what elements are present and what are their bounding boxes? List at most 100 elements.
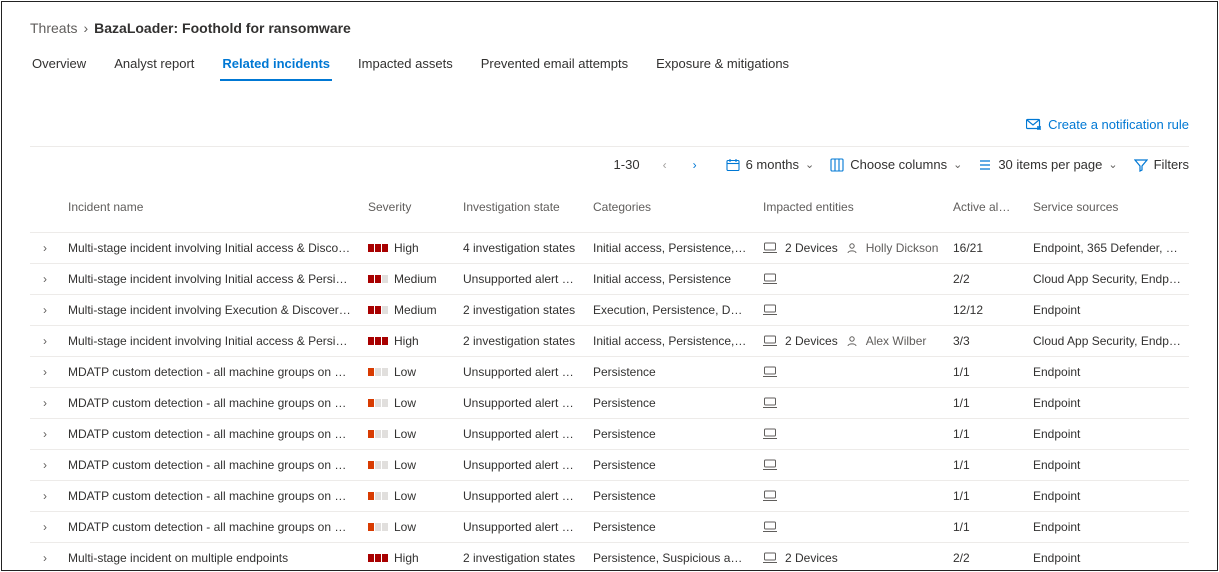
cell-severity: Low [360,512,455,543]
chevron-right-icon: › [43,303,47,317]
expand-row-button[interactable]: › [30,233,60,264]
cell-alerts: 2/2 [945,264,1025,295]
entities-devices: 2 Devices [785,334,838,348]
cell-sources: Endpoint [1025,388,1189,419]
cell-inv-state: 2 investigation states [455,543,585,572]
cell-categories: Persistence [585,450,755,481]
chevron-right-icon: › [43,396,47,410]
cell-inv-state: Unsupported alert type [455,357,585,388]
filters-button[interactable]: Filters [1134,157,1189,172]
severity-bars-icon [368,461,388,469]
create-notification-rule-button[interactable]: Create a notification rule [1026,117,1189,132]
cell-name[interactable]: MDATP custom detection - all machine gro… [60,357,360,388]
incidents-grid[interactable]: Incident name Severity Investigation sta… [30,192,1189,571]
severity-bars-icon [368,399,388,407]
expand-row-button[interactable]: › [30,388,60,419]
table-row[interactable]: › MDATP custom detection - all machine gr… [30,512,1189,543]
cell-name[interactable]: MDATP custom detection - all machine gro… [60,388,360,419]
cell-sources: Endpoint [1025,512,1189,543]
cell-inv-state: 2 investigation states [455,295,585,326]
cell-name[interactable]: MDATP custom detection - all machine gro… [60,512,360,543]
expand-row-button[interactable]: › [30,481,60,512]
expand-row-button[interactable]: › [30,419,60,450]
severity-label: High [394,241,419,255]
table-row[interactable]: ›MDATP custom detection - all machine gr… [30,450,1189,481]
entities-user: Holly Dickson [866,241,939,255]
breadcrumb-root[interactable]: Threats [30,20,77,36]
tab-impacted-assets[interactable]: Impacted assets [356,50,455,81]
expand-row-button[interactable]: › [30,543,60,572]
table-row[interactable]: ›Multi-stage incident involving Initial … [30,233,1189,264]
date-range-picker[interactable]: 6 months ⌄ [726,157,815,172]
expand-row-button[interactable]: › [30,326,60,357]
col-sources[interactable]: Service sources [1025,192,1189,233]
cell-inv-state: Unsupported alert type [455,388,585,419]
list-icon [978,158,992,172]
cell-name[interactable]: Multi-stage incident involving Execution… [60,295,360,326]
tab-overview[interactable]: Overview [30,50,88,81]
device-icon [763,366,777,378]
prev-page-button[interactable]: ‹ [658,158,672,172]
cell-sources: Endpoint, 365 Defender, Office 365 [1025,233,1189,264]
cell-categories: Persistence [585,388,755,419]
col-entities[interactable]: Impacted entities [755,192,945,233]
cell-name[interactable]: MDATP custom detection - all machine gro… [60,419,360,450]
cell-name[interactable]: Multi-stage incident involving Initial a… [60,326,360,357]
date-range-label: 6 months [746,157,799,172]
cell-categories: Initial access, Persistence [585,264,755,295]
page-size-picker[interactable]: 30 items per page ⌄ [978,157,1117,172]
cell-alerts: 1/1 [945,357,1025,388]
cell-severity: Low [360,419,455,450]
cell-name[interactable]: Multi-stage incident involving Initial a… [60,233,360,264]
cell-name[interactable]: MDATP custom detection - all machine gro… [60,481,360,512]
tab-exposure-mitigations[interactable]: Exposure & mitigations [654,50,791,81]
device-icon [763,490,777,502]
table-row[interactable]: ›MDATP custom detection - all machine gr… [30,481,1189,512]
table-row[interactable]: › Multi-stage incident involving Executio… [30,295,1189,326]
table-row[interactable]: › MDATP custom detection - all machine gr… [30,357,1189,388]
next-page-button[interactable]: › [688,158,702,172]
col-inv-state[interactable]: Investigation state [455,192,585,233]
grid-toolbar: 1-30 ‹ › 6 months ⌄ Choose columns ⌄ 30 … [30,146,1189,172]
cell-categories: Persistence [585,419,755,450]
expand-row-button[interactable]: › [30,295,60,326]
chevron-right-icon: › [43,520,47,534]
severity-bars-icon [368,337,388,345]
table-row[interactable]: › MDATP custom detection - all machine gr… [30,388,1189,419]
expand-row-button[interactable]: › [30,357,60,388]
cell-severity: Low [360,388,455,419]
filters-label: Filters [1154,157,1189,172]
expand-row-button[interactable]: › [30,450,60,481]
table-row[interactable]: ›Multi-stage incident involving Initial … [30,264,1189,295]
col-severity[interactable]: Severity [360,192,455,233]
cell-entities [755,450,945,481]
cell-sources: Cloud App Security, Endpoint [1025,326,1189,357]
entities-devices: 2 Devices [785,241,838,255]
severity-bars-icon [368,275,388,283]
expand-row-button[interactable]: › [30,264,60,295]
cell-name[interactable]: Multi-stage incident involving Initial a… [60,264,360,295]
cell-name[interactable]: MDATP custom detection - all machine gro… [60,450,360,481]
choose-columns-button[interactable]: Choose columns ⌄ [830,157,962,172]
topbar-right: Create a notification rule [30,117,1189,132]
cell-alerts: 1/1 [945,419,1025,450]
table-row[interactable]: ›MDATP custom detection - all machine gr… [30,419,1189,450]
col-alerts[interactable]: Active aler... [945,192,1025,233]
entities-devices: 2 Devices [785,551,838,565]
expand-row-button[interactable]: › [30,512,60,543]
tab-related-incidents[interactable]: Related incidents [220,50,332,81]
person-icon [846,335,858,347]
tab-prevented-email-attempts[interactable]: Prevented email attempts [479,50,630,81]
cell-entities: 2 Devices [755,543,945,572]
col-name[interactable]: Incident name [60,192,360,233]
cell-inv-state: Unsupported alert type [455,481,585,512]
tab-analyst-report[interactable]: Analyst report [112,50,196,81]
severity-label: Low [394,365,416,379]
chevron-right-icon: › [43,365,47,379]
cell-name[interactable]: Multi-stage incident on multiple endpoin… [60,543,360,572]
tab-bar: Overview Analyst report Related incidents I… [30,50,1189,81]
table-row[interactable]: ›Multi-stage incident involving Initial … [30,326,1189,357]
cell-inv-state: Unsupported alert type [455,264,585,295]
table-row[interactable]: ›Multi-stage incident on multiple endpoi… [30,543,1189,572]
col-categories[interactable]: Categories [585,192,755,233]
